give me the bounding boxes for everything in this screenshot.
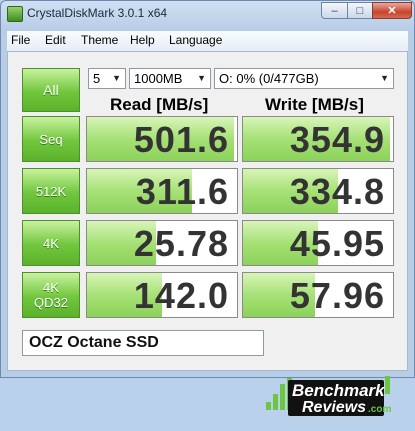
test-button-4k-qd32[interactable]: 4K QD32 bbox=[22, 272, 80, 318]
read-header: Read [MB/s] bbox=[110, 95, 209, 114]
write-result-cell: 334.8 bbox=[242, 168, 394, 214]
menu-bar: File Edit Theme Help Language bbox=[7, 31, 408, 52]
write-header: Write [MB/s] bbox=[265, 95, 364, 114]
app-window: CrystalDiskMark 3.0.1 x64 – □ ✕ File Edi… bbox=[0, 0, 415, 416]
drive-select[interactable]: O: 0% (0/477GB) ▼ bbox=[214, 68, 394, 89]
read-result-cell: 311.6 bbox=[86, 168, 238, 214]
write-value: 334.8 bbox=[289, 171, 385, 212]
menu-theme[interactable]: Theme bbox=[81, 33, 118, 47]
window-title: CrystalDiskMark 3.0.1 x64 bbox=[27, 6, 168, 20]
runs-select[interactable]: 5 ▼ bbox=[88, 68, 126, 89]
test-label: 512K bbox=[35, 183, 67, 199]
read-result-cell: 501.6 bbox=[86, 116, 238, 162]
benchmark-panel: All 5 ▼ 1000MB ▼ O: 0% (0/477GB) ▼ Read … bbox=[7, 51, 408, 416]
size-select[interactable]: 1000MB ▼ bbox=[129, 68, 211, 89]
read-value: 311.6 bbox=[135, 171, 229, 212]
drive-value: O: 0% (0/477GB) bbox=[219, 71, 319, 86]
svg-text:.com: .com bbox=[368, 404, 391, 415]
write-result-cell: 354.9 bbox=[242, 116, 394, 162]
runs-value: 5 bbox=[93, 71, 101, 86]
menu-help[interactable]: Help bbox=[130, 33, 155, 47]
test-label: Seq bbox=[39, 131, 63, 147]
test-button-seq[interactable]: Seq bbox=[22, 116, 80, 162]
write-result-cell: 45.95 bbox=[242, 220, 394, 266]
maximize-button[interactable]: □ bbox=[347, 2, 373, 19]
write-result-cell: 57.96 bbox=[242, 272, 394, 318]
minimize-button[interactable]: – bbox=[321, 2, 348, 19]
read-result-cell: 25.78 bbox=[86, 220, 238, 266]
menu-edit[interactable]: Edit bbox=[45, 33, 66, 47]
benchmark-reviews-logo: Benchmark Reviews .com bbox=[258, 374, 408, 426]
read-value: 25.78 bbox=[133, 223, 229, 264]
write-value: 45.95 bbox=[289, 223, 385, 264]
chevron-down-icon: ▼ bbox=[197, 73, 206, 83]
all-button[interactable]: All bbox=[22, 68, 80, 112]
test-label: QD32 bbox=[34, 295, 68, 310]
chevron-down-icon: ▼ bbox=[380, 73, 389, 83]
test-label: 4K bbox=[43, 280, 59, 295]
test-button-512k[interactable]: 512K bbox=[22, 168, 80, 214]
svg-text:Reviews: Reviews bbox=[302, 399, 366, 416]
chevron-down-icon: ▼ bbox=[112, 73, 121, 83]
close-button[interactable]: ✕ bbox=[372, 2, 412, 19]
write-value: 57.96 bbox=[289, 275, 385, 316]
all-button-label: All bbox=[43, 82, 59, 98]
test-label: 4K bbox=[43, 235, 59, 251]
svg-text:Benchmark: Benchmark bbox=[292, 381, 386, 400]
comment-field[interactable]: OCZ Octane SSD bbox=[22, 330, 264, 356]
read-value: 501.6 bbox=[133, 119, 229, 160]
app-icon bbox=[7, 6, 23, 22]
menu-language[interactable]: Language bbox=[169, 33, 222, 47]
size-value: 1000MB bbox=[134, 71, 183, 86]
read-value: 142.0 bbox=[133, 275, 229, 316]
title-bar[interactable]: CrystalDiskMark 3.0.1 x64 – □ ✕ bbox=[1, 1, 414, 27]
test-button-4k[interactable]: 4K bbox=[22, 220, 80, 266]
write-value: 354.9 bbox=[289, 119, 385, 160]
menu-file[interactable]: File bbox=[11, 33, 30, 47]
read-result-cell: 142.0 bbox=[86, 272, 238, 318]
